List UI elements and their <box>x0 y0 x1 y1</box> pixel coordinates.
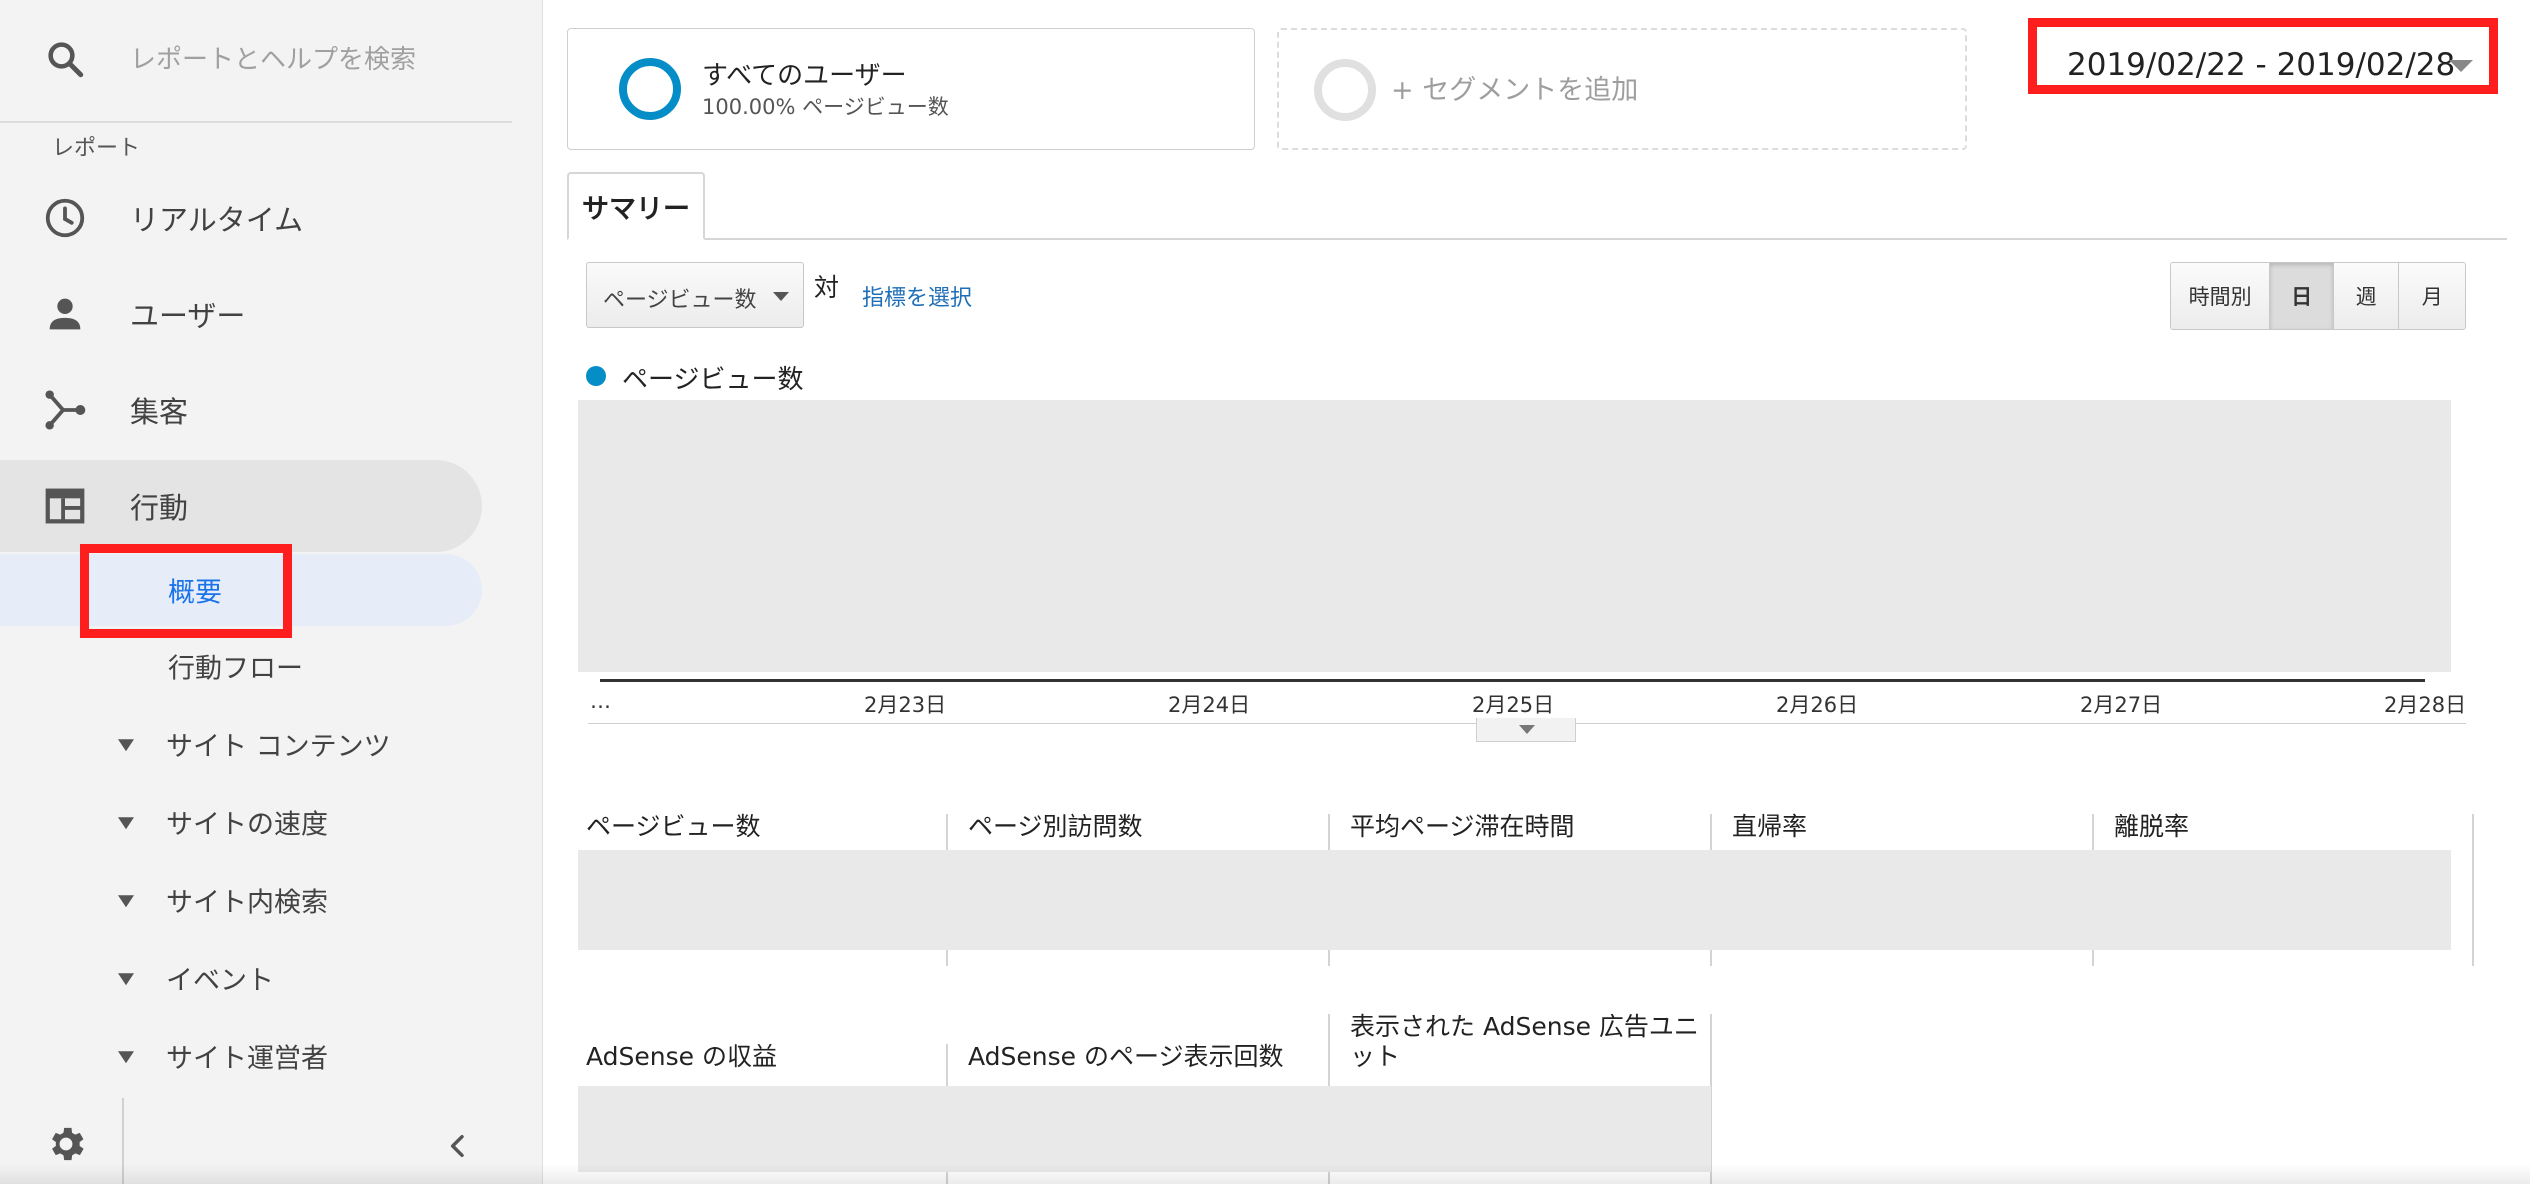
granularity-toggle: 時間別 日 週 月 <box>2170 262 2466 330</box>
stat-title-avg-time-on-page: 平均ページ滞在時間 <box>1350 812 1575 841</box>
chart-x-axis <box>600 679 2425 682</box>
stat-sparklines-redacted <box>578 850 2451 950</box>
granularity-month-button[interactable]: 月 <box>2399 263 2465 329</box>
sidebar-subitem-site-speed[interactable]: サイトの速度 <box>0 786 482 858</box>
stat-title-unique-pageviews: ページ別訪問数 <box>968 812 1143 841</box>
sidebar-subitem-site-search[interactable]: サイト内検索 <box>0 864 482 936</box>
add-segment-button[interactable]: + セグメントを追加 <box>1277 28 1967 150</box>
tab-summary[interactable]: サマリー <box>567 172 705 240</box>
stat-separator <box>2472 814 2474 966</box>
sidebar-subitem-behavior-flow[interactable]: 行動フロー <box>0 630 482 702</box>
chevron-down-icon <box>1519 725 1535 734</box>
x-tick-label: … <box>590 689 611 713</box>
behavior-icon <box>45 488 85 524</box>
stat-title-adsense-page-impressions: AdSense のページ表示回数 <box>968 1042 1284 1071</box>
expand-triangle-icon <box>118 739 134 752</box>
chevron-down-icon <box>2449 60 2473 72</box>
clock-icon <box>45 198 85 238</box>
search-bar <box>0 0 512 123</box>
stat-title-pageviews: ページビュー数 <box>586 812 761 841</box>
tab-bar <box>567 238 2507 240</box>
sidebar-footer <box>0 1104 542 1184</box>
x-tick-label: 2月23日 <box>864 693 947 717</box>
stat-title-exit-rate: 離脱率 <box>2114 812 2190 841</box>
granularity-week-button[interactable]: 週 <box>2333 263 2400 329</box>
x-tick-label: 2月26日 <box>1776 693 1859 717</box>
x-tick-label: 2月28日 <box>2384 693 2467 717</box>
sidebar-subitem-events[interactable]: イベント <box>0 942 482 1014</box>
segment-ring-empty-icon <box>1314 59 1376 121</box>
sidebar-subitem-label: サイト運営者 <box>166 1043 328 1075</box>
reports-heading: レポート <box>52 136 141 161</box>
person-icon <box>49 298 81 330</box>
sidebar-subitem-label: イベント <box>166 965 274 997</box>
metric-select[interactable]: ページビュー数 <box>586 262 804 328</box>
chevron-left-icon[interactable] <box>442 1130 474 1162</box>
search-input[interactable] <box>130 36 490 84</box>
sidebar-subitem-label: 行動フロー <box>168 653 303 685</box>
chart-expand-handle[interactable] <box>1476 718 1576 742</box>
acquisition-icon <box>45 390 86 430</box>
gear-icon[interactable] <box>44 1122 88 1166</box>
sidebar: レポート リアルタイム ユーザー 集客 行動 概 <box>0 0 543 1184</box>
stat-title-adsense-ad-units-viewed: 表示された AdSense 広告ユニット <box>1350 1012 1699 1071</box>
granularity-hourly-button[interactable]: 時間別 <box>2171 263 2271 329</box>
date-range-text: 2019/02/22 - 2019/02/28 <box>2067 47 2456 83</box>
sidebar-subitem-label: サイトの速度 <box>166 809 328 841</box>
segment-ring-icon <box>619 58 681 120</box>
sidebar-subitem-site-content[interactable]: サイト コンテンツ <box>0 708 482 780</box>
sidebar-subitem-publisher[interactable]: サイト運営者 <box>0 1020 482 1092</box>
sidebar-subitem-label: サイト内検索 <box>166 887 328 919</box>
search-icon[interactable] <box>44 38 86 80</box>
sidebar-item-realtime[interactable]: リアルタイム <box>0 172 482 264</box>
metric-select-value: ページビュー数 <box>603 288 757 313</box>
add-segment-label: + セグメントを追加 <box>1391 75 1639 106</box>
sidebar-item-label: 行動 <box>130 491 189 525</box>
sidebar-item-label: ユーザー <box>130 299 246 333</box>
sidebar-item-acquisition[interactable]: 集客 <box>0 364 482 456</box>
segment-title: すべてのユーザー <box>702 61 907 91</box>
choose-metric-link[interactable]: 指標を選択 <box>862 280 972 312</box>
chevron-down-icon <box>773 292 789 301</box>
legend-dot <box>586 366 606 386</box>
x-tick-label: 2月27日 <box>2080 693 2163 717</box>
sidebar-subitem-label: サイト コンテンツ <box>166 731 391 763</box>
expand-triangle-icon <box>118 1051 134 1064</box>
sidebar-item-label: リアルタイム <box>130 203 304 237</box>
sidebar-item-behavior[interactable]: 行動 <box>0 460 482 552</box>
x-tick-label: 2月25日 <box>1472 693 1555 717</box>
chart-plot-area <box>578 400 2451 672</box>
legend-label: ページビュー数 <box>622 365 804 395</box>
date-range-picker[interactable]: 2019/02/22 - 2019/02/28 <box>2043 30 2487 102</box>
sidebar-item-users[interactable]: ユーザー <box>0 268 482 360</box>
sidebar-item-label: 集客 <box>130 395 189 429</box>
segment-subtitle: 100.00% ページビュー数 <box>702 95 949 119</box>
stat-sparklines-redacted <box>578 1086 1711 1172</box>
expand-triangle-icon <box>118 973 134 986</box>
sidebar-subitem-label: 概要 <box>168 577 222 609</box>
sidebar-subitem-overview[interactable]: 概要 <box>0 554 482 626</box>
granularity-day-button[interactable]: 日 <box>2270 263 2334 329</box>
stat-title-adsense-revenue: AdSense の収益 <box>586 1042 777 1071</box>
stat-title-bounce-rate: 直帰率 <box>1732 812 1808 841</box>
versus-label: 対 <box>814 273 840 302</box>
x-tick-label: 2月24日 <box>1168 693 1251 717</box>
segment-all-users[interactable]: すべてのユーザー 100.00% ページビュー数 <box>567 28 1255 150</box>
expand-triangle-icon <box>118 895 134 908</box>
expand-triangle-icon <box>118 817 134 830</box>
